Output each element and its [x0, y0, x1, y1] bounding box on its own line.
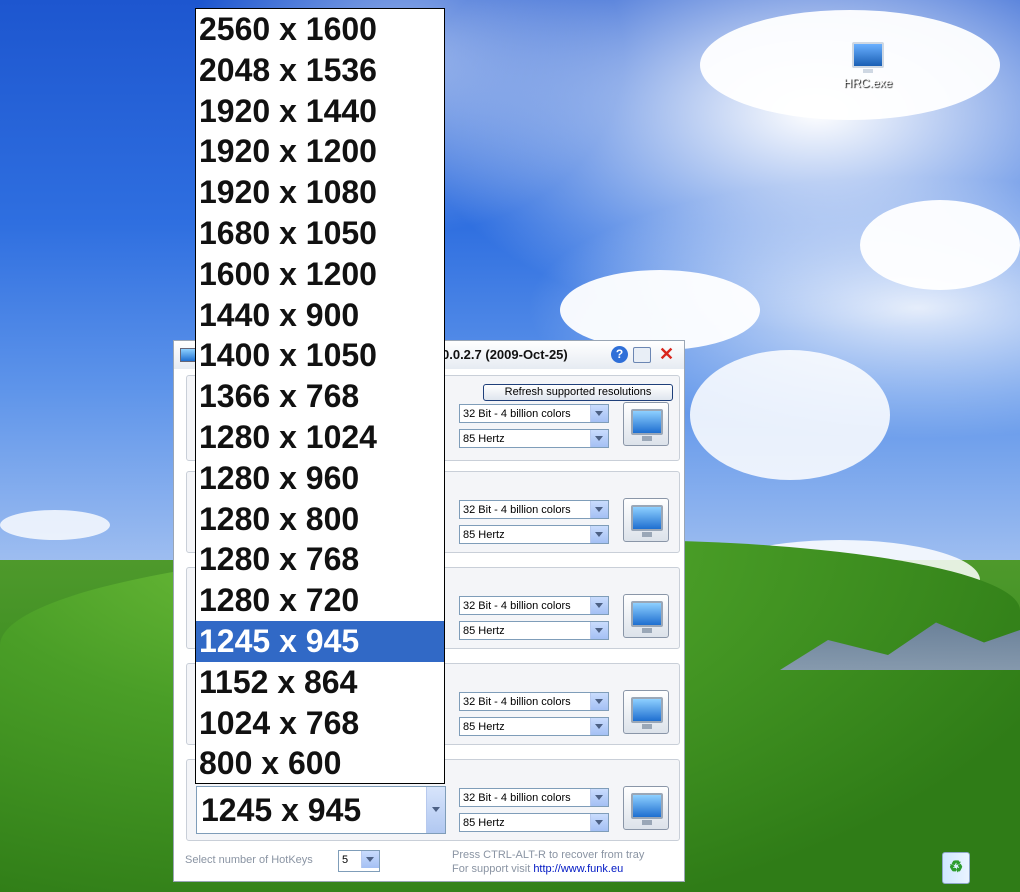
resolution-option[interactable]: 1920 x 1080 [196, 172, 444, 213]
cloud [0, 510, 110, 540]
resolution-option[interactable]: 1280 x 1024 [196, 417, 444, 458]
chevron-down-icon [590, 814, 608, 831]
help-button[interactable]: ? [611, 346, 628, 363]
desktop-icon-hrc[interactable]: HRC.exe [838, 42, 898, 90]
color-depth-select[interactable]: 32 Bit - 4 billion colors [459, 692, 609, 711]
recycle-bin-icon: ♻ [942, 852, 970, 884]
resolution-option-selected[interactable]: 1245 x 945 [196, 620, 444, 662]
apply-resolution-button[interactable] [623, 690, 669, 734]
refresh-rate-select[interactable]: 85 Hertz [459, 525, 609, 544]
resolution-option[interactable]: 1440 x 900 [196, 295, 444, 336]
color-depth-select[interactable]: 32 Bit - 4 billion colors [459, 788, 609, 807]
color-depth-select[interactable]: 32 Bit - 4 billion colors [459, 404, 609, 423]
chevron-down-icon [590, 526, 608, 543]
resolution-option[interactable]: 800 x 600 [196, 743, 444, 784]
monitor-icon [631, 793, 663, 825]
resolution-option[interactable]: 1280 x 768 [196, 539, 444, 580]
resolution-option[interactable]: 1024 x 768 [196, 703, 444, 744]
refresh-rate-select[interactable]: 85 Hertz [459, 717, 609, 736]
resolution-option[interactable]: 1400 x 1050 [196, 335, 444, 376]
resolution-option[interactable]: 1920 x 1200 [196, 131, 444, 172]
refresh-resolutions-button[interactable]: Refresh supported resolutions [483, 384, 673, 401]
cloud [560, 270, 760, 350]
monitor-icon [852, 42, 884, 73]
chevron-down-icon [590, 789, 608, 806]
apply-resolution-button[interactable] [623, 402, 669, 446]
resolution-option[interactable]: 2560 x 1600 [196, 9, 444, 50]
resolution-option[interactable]: 2048 x 1536 [196, 50, 444, 91]
cloud [690, 350, 890, 480]
resolution-option[interactable]: 1280 x 800 [196, 499, 444, 540]
chevron-down-icon [590, 405, 608, 422]
window-title: 0.0.2.7 (2009-Oct-25) [442, 347, 568, 362]
refresh-rate-select[interactable]: 85 Hertz [459, 813, 609, 832]
chevron-down-icon [590, 693, 608, 710]
refresh-rate-select[interactable]: 85 Hertz [459, 621, 609, 640]
recycle-bin[interactable]: ♻ [940, 852, 972, 886]
resolution-option[interactable]: 1680 x 1050 [196, 213, 444, 254]
chevron-down-icon [590, 597, 608, 614]
resolution-select[interactable]: 1245 x 945 [196, 786, 446, 834]
resolution-option[interactable]: 1152 x 864 [196, 662, 444, 703]
chevron-down-icon [361, 851, 379, 868]
recover-note: Press CTRL-ALT-R to recover from tray [452, 849, 645, 861]
refresh-rate-select[interactable]: 85 Hertz [459, 429, 609, 448]
chevron-down-icon [590, 501, 608, 518]
app-icon [180, 348, 196, 362]
chevron-down-icon [590, 622, 608, 639]
support-link[interactable]: http://www.funk.eu [533, 863, 623, 875]
resolution-option[interactable]: 1600 x 1200 [196, 254, 444, 295]
chevron-down-icon [590, 430, 608, 447]
monitor-icon [631, 601, 663, 633]
apply-resolution-button[interactable] [623, 786, 669, 830]
color-depth-select[interactable]: 32 Bit - 4 billion colors [459, 596, 609, 615]
desktop-icon-label: HRC.exe [843, 76, 893, 90]
monitor-icon [631, 505, 663, 537]
resolution-option[interactable]: 1280 x 960 [196, 458, 444, 499]
resolution-option[interactable]: 1280 x 720 [196, 580, 444, 621]
resolution-dropdown-list: 2560 x 1600 2048 x 1536 1920 x 1440 1920… [195, 8, 445, 784]
tray-button[interactable] [633, 347, 651, 363]
monitor-icon [631, 697, 663, 729]
hotkeys-count-label: Select number of HotKeys [185, 854, 313, 866]
apply-resolution-button[interactable] [623, 498, 669, 542]
support-note: For support visit http://www.funk.eu [452, 863, 624, 875]
cloud [860, 200, 1020, 290]
monitor-icon [631, 409, 663, 441]
color-depth-select[interactable]: 32 Bit - 4 billion colors [459, 500, 609, 519]
resolution-option[interactable]: 1920 x 1440 [196, 91, 444, 132]
hotkeys-count-select[interactable]: 5 [338, 850, 380, 872]
close-button[interactable]: ✕ [658, 345, 675, 363]
apply-resolution-button[interactable] [623, 594, 669, 638]
chevron-down-icon[interactable] [426, 787, 445, 833]
resolution-option[interactable]: 1366 x 768 [196, 376, 444, 417]
chevron-down-icon [590, 718, 608, 735]
